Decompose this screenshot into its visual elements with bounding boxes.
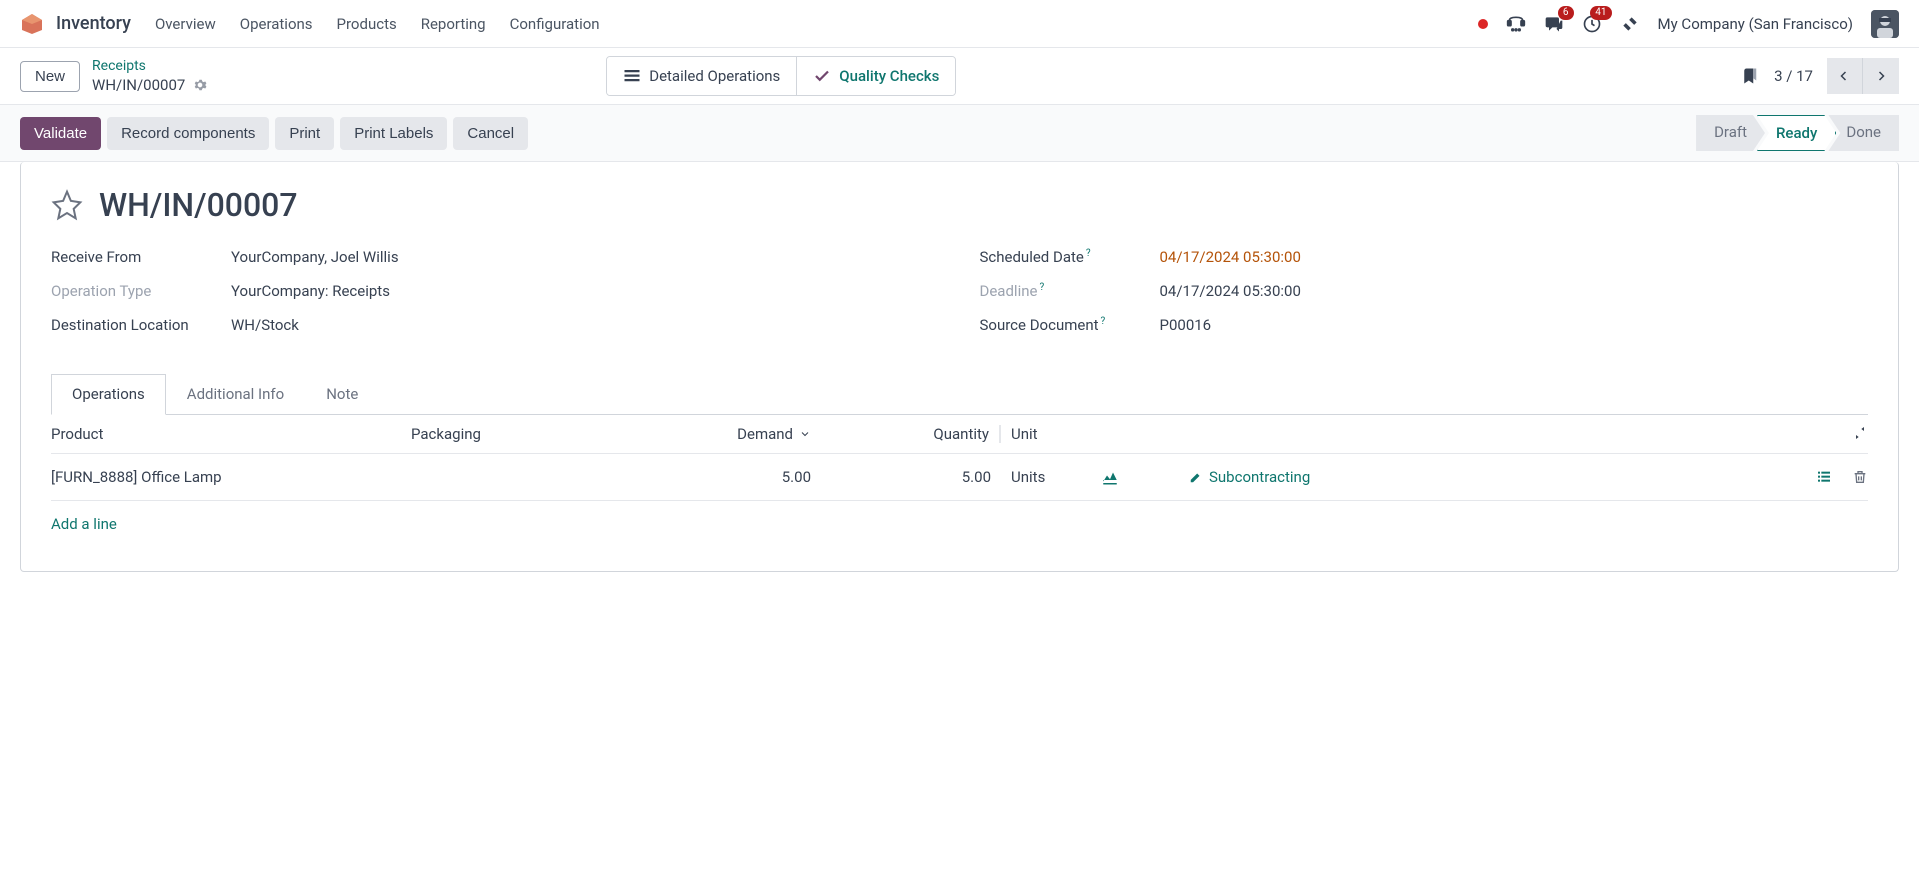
phone-icon[interactable] — [1506, 14, 1526, 34]
breadcrumb-current-text: WH/IN/00007 — [92, 76, 185, 94]
pager-area: 3 / 17 — [1742, 58, 1899, 94]
th-quantity[interactable]: Quantity — [811, 425, 1001, 443]
field-receive-from: Receive From YourCompany, Joel Willis — [51, 248, 940, 266]
field-scheduled-date: Scheduled Date? 04/17/2024 05:30:00 — [980, 248, 1869, 266]
activities-badge: 41 — [1590, 6, 1611, 20]
print-labels-button[interactable]: Print Labels — [340, 117, 447, 150]
deadline-label: Deadline? — [980, 282, 1160, 300]
operation-type-value[interactable]: YourCompany: Receipts — [231, 282, 390, 300]
td-product[interactable]: [FURN_8888] Office Lamp — [51, 468, 411, 486]
source-document-value[interactable]: P00016 — [1160, 316, 1212, 334]
new-button[interactable]: New — [20, 61, 80, 92]
operation-type-label: Operation Type — [51, 282, 231, 300]
activities-icon[interactable]: 41 — [1582, 14, 1602, 34]
pager-text[interactable]: 3 / 17 — [1774, 67, 1813, 85]
bookmark-icon[interactable] — [1742, 66, 1760, 86]
nav-operations[interactable]: Operations — [240, 15, 313, 33]
th-product[interactable]: Product — [51, 425, 411, 443]
breadcrumb-current: WH/IN/00007 — [92, 76, 207, 94]
subheader: New Receipts WH/IN/00007 Detailed Operat… — [0, 48, 1919, 104]
title-row: WH/IN/00007 — [51, 186, 1868, 224]
topbar-right: 6 41 My Company (San Francisco) — [1478, 10, 1899, 38]
th-unit[interactable]: Unit — [1001, 425, 1101, 443]
nav-menu: Overview Operations Products Reporting C… — [155, 15, 600, 33]
app-logo[interactable] — [20, 12, 44, 36]
th-demand[interactable]: Demand — [691, 425, 811, 443]
company-selector[interactable]: My Company (San Francisco) — [1658, 15, 1853, 33]
topbar: Inventory Overview Operations Products R… — [0, 0, 1919, 48]
detailed-operations-label: Detailed Operations — [649, 67, 780, 85]
status-ready[interactable]: Ready — [1757, 115, 1836, 151]
source-document-label: Source Document? — [980, 316, 1160, 334]
nav-overview[interactable]: Overview — [155, 15, 216, 33]
receive-from-label: Receive From — [51, 248, 231, 266]
nav-reporting[interactable]: Reporting — [421, 15, 486, 33]
destination-value[interactable]: WH/Stock — [231, 316, 299, 334]
subheader-buttons: Detailed Operations Quality Checks — [606, 56, 956, 96]
tools-icon[interactable] — [1620, 14, 1640, 34]
status-bar: Draft Ready Done — [1696, 115, 1899, 151]
nav-products[interactable]: Products — [337, 15, 397, 33]
status-draft[interactable]: Draft — [1696, 115, 1765, 151]
table-header: Product Packaging Demand Quantity Unit — [51, 415, 1868, 454]
breadcrumb-parent[interactable]: Receipts — [92, 58, 207, 74]
cancel-button[interactable]: Cancel — [453, 117, 528, 150]
form-card: WH/IN/00007 Receive From YourCompany, Jo… — [20, 162, 1899, 572]
deadline-value[interactable]: 04/17/2024 05:30:00 — [1160, 282, 1301, 300]
operations-table: Product Packaging Demand Quantity Unit [… — [51, 415, 1868, 547]
column-options-icon[interactable] — [1852, 425, 1868, 443]
pager-next-button[interactable] — [1863, 58, 1899, 94]
subcontracting-link[interactable]: Subcontracting — [1189, 468, 1310, 486]
scheduled-date-label: Scheduled Date? — [980, 248, 1160, 266]
action-bar: Validate Record components Print Print L… — [0, 104, 1919, 162]
field-destination: Destination Location WH/Stock — [51, 316, 940, 334]
tabs: Operations Additional Info Note — [51, 374, 1868, 415]
field-source-document: Source Document? P00016 — [980, 316, 1869, 334]
td-unit[interactable]: Units — [1001, 468, 1101, 486]
validate-button[interactable]: Validate — [20, 117, 101, 150]
td-demand[interactable]: 5.00 — [691, 468, 811, 486]
detailed-operations-button[interactable]: Detailed Operations — [607, 57, 797, 95]
form-title: WH/IN/00007 — [99, 186, 298, 224]
receive-from-value[interactable]: YourCompany, Joel Willis — [231, 248, 399, 266]
delete-icon[interactable] — [1852, 469, 1868, 485]
fields-grid: Receive From YourCompany, Joel Willis Op… — [51, 248, 1868, 350]
tab-additional-info[interactable]: Additional Info — [166, 374, 305, 414]
messages-icon[interactable]: 6 — [1544, 14, 1564, 34]
quality-checks-button[interactable]: Quality Checks — [797, 57, 955, 95]
forecast-icon[interactable] — [1101, 468, 1119, 486]
record-components-button[interactable]: Record components — [107, 117, 269, 150]
field-deadline: Deadline? 04/17/2024 05:30:00 — [980, 282, 1869, 300]
quality-checks-label: Quality Checks — [839, 67, 939, 85]
app-name[interactable]: Inventory — [56, 13, 131, 34]
favorite-star-icon[interactable] — [51, 189, 83, 221]
status-done[interactable]: Done — [1828, 115, 1899, 151]
field-operation-type: Operation Type YourCompany: Receipts — [51, 282, 940, 300]
nav-configuration[interactable]: Configuration — [510, 15, 600, 33]
details-icon[interactable] — [1816, 469, 1832, 485]
breadcrumb: Receipts WH/IN/00007 — [92, 58, 207, 94]
user-avatar[interactable] — [1871, 10, 1899, 38]
pager-buttons — [1827, 58, 1899, 94]
print-button[interactable]: Print — [275, 117, 334, 150]
messages-badge: 6 — [1558, 6, 1574, 20]
gear-icon[interactable] — [193, 78, 207, 92]
destination-label: Destination Location — [51, 316, 231, 334]
pager-prev-button[interactable] — [1827, 58, 1863, 94]
status-indicator[interactable] — [1478, 19, 1488, 29]
td-quantity[interactable]: 5.00 — [811, 468, 1001, 486]
chevron-down-icon — [799, 428, 811, 440]
pencil-icon — [1189, 470, 1203, 484]
scheduled-date-value[interactable]: 04/17/2024 05:30:00 — [1160, 248, 1301, 266]
table-row[interactable]: [FURN_8888] Office Lamp 5.00 5.00 Units … — [51, 454, 1868, 501]
add-line-link[interactable]: Add a line — [51, 501, 1868, 547]
tab-operations[interactable]: Operations — [51, 374, 166, 415]
tab-note[interactable]: Note — [305, 374, 379, 414]
th-packaging[interactable]: Packaging — [411, 425, 691, 443]
